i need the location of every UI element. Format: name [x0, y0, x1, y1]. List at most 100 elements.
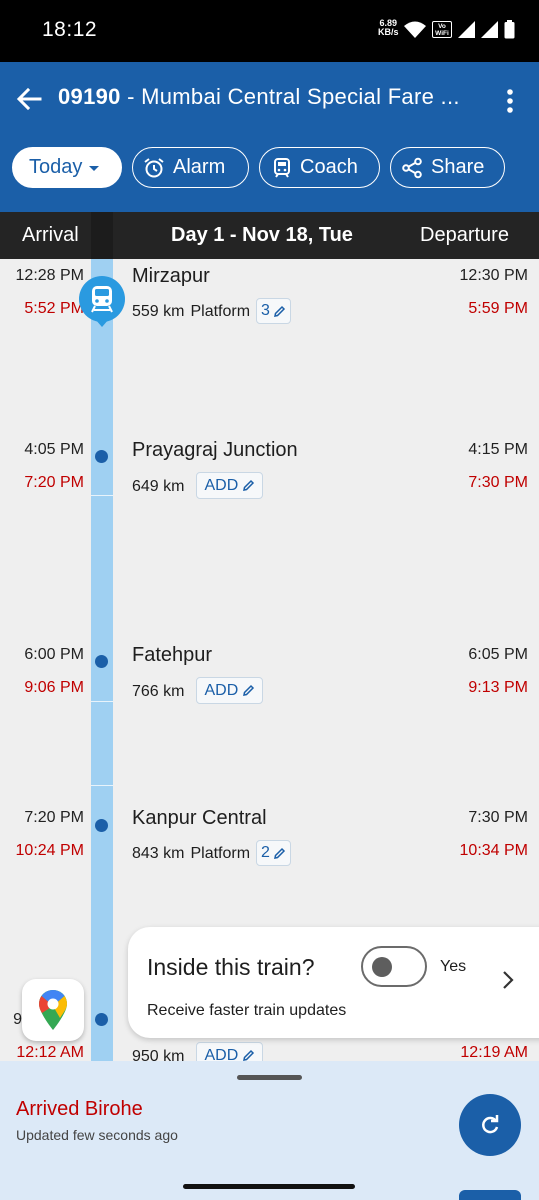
- live-status-text: Arrived Birohe: [16, 1098, 143, 1120]
- actual-departure: 7:30 PM: [468, 474, 528, 491]
- station-dot: [95, 655, 108, 668]
- inside-train-toggle[interactable]: [361, 946, 427, 987]
- platform-number: 3: [261, 302, 270, 319]
- status-icons: Vo WiFi: [404, 20, 515, 39]
- schedule-header: Arrival Day 1 - Nov 18, Tue Departure: [0, 212, 539, 259]
- status-bar: 18:12 6.89 KB/s Vo WiFi: [0, 0, 539, 62]
- scheduled-arrival: 4:05 PM: [24, 441, 84, 458]
- toggle-knob: [372, 957, 392, 977]
- arrival-header: Arrival: [22, 224, 79, 246]
- network-speed: 6.89 KB/s: [378, 19, 399, 37]
- pencil-icon: [243, 1049, 255, 1061]
- station-distance: 559 km: [132, 303, 185, 320]
- app-bar: 09190 - Mumbai Central Special Fare ...: [0, 62, 539, 137]
- station-dot: [95, 819, 108, 832]
- station-distance-row: 559 km Platform 3: [132, 298, 291, 324]
- signal-icon-2: [481, 21, 498, 38]
- alarm-button[interactable]: Alarm: [132, 147, 249, 188]
- share-label: Share: [431, 156, 485, 178]
- scheduled-arrival: 7:20 PM: [24, 809, 84, 826]
- station-name: Kanpur Central: [132, 807, 267, 829]
- chevron-right-icon[interactable]: [500, 969, 516, 991]
- track-divider: [91, 785, 113, 786]
- day-header: Day 1 - Nov 18, Tue: [171, 224, 353, 246]
- add-platform-button[interactable]: ADD: [196, 1042, 264, 1062]
- clock: 18:12: [42, 18, 98, 41]
- add-platform-button[interactable]: ADD: [196, 472, 264, 499]
- live-status-panel[interactable]: Arrived Birohe Updated few seconds ago: [0, 1061, 539, 1179]
- add-label: ADD: [204, 1046, 239, 1062]
- scheduled-departure: 6:05 PM: [468, 646, 528, 663]
- back-arrow-icon[interactable]: [14, 84, 44, 114]
- add-platform-button[interactable]: ADD: [196, 677, 264, 704]
- share-icon: [402, 157, 422, 178]
- pencil-icon: [273, 847, 286, 859]
- actual-arrival: 5:52 PM: [24, 300, 84, 317]
- inside-train-card[interactable]: Inside this train? Yes Receive faster tr…: [128, 927, 539, 1038]
- platform-edit-button[interactable]: 2: [256, 840, 291, 866]
- station-distance-row: 843 km Platform 2: [132, 840, 291, 866]
- share-button[interactable]: Share: [390, 147, 505, 188]
- today-dropdown[interactable]: Today: [12, 147, 122, 188]
- platform-number: 2: [261, 844, 270, 861]
- train-name: - Mumbai Central Special Fare ...: [120, 84, 460, 109]
- more-vert-icon[interactable]: [498, 86, 522, 116]
- pencil-icon: [243, 684, 255, 696]
- google-maps-icon: [39, 990, 67, 1030]
- refresh-icon: [482, 1115, 499, 1134]
- pencil-icon: [243, 479, 255, 491]
- google-maps-button[interactable]: [22, 979, 84, 1041]
- station-name: Fatehpur: [132, 644, 213, 666]
- station-distance-row: 950 km ADD: [132, 1042, 264, 1062]
- inside-train-question: Inside this train?: [147, 954, 315, 980]
- today-label: Today: [29, 156, 83, 178]
- station-distance: 950 km: [132, 1047, 185, 1062]
- departure-header: Departure: [420, 224, 509, 246]
- platform-label: Platform: [190, 303, 251, 320]
- chevron-down-icon: [89, 165, 100, 171]
- coach-button[interactable]: Coach: [259, 147, 380, 188]
- train-title: 09190 - Mumbai Central Special Fare ...: [58, 84, 460, 110]
- actual-arrival: 7:20 PM: [24, 474, 84, 491]
- track-divider: [91, 495, 113, 496]
- train-coach-icon: [274, 157, 290, 178]
- scheduled-arrival: 12:28 PM: [15, 267, 84, 284]
- station-distance-row: 649 km ADD: [132, 472, 264, 499]
- train-number: 09190: [58, 84, 121, 109]
- refresh-button[interactable]: [459, 1094, 521, 1156]
- inside-train-subtitle: Receive faster train updates: [147, 1002, 347, 1019]
- wifi-icon: [404, 21, 426, 38]
- station-dot: [95, 450, 108, 463]
- actual-departure: 5:59 PM: [468, 300, 528, 317]
- platform-label: Platform: [190, 845, 251, 862]
- station-name: Mirzapur: [132, 265, 210, 287]
- coach-label: Coach: [300, 156, 358, 178]
- home-gesture-pill[interactable]: [183, 1184, 355, 1189]
- actual-departure: 10:34 PM: [459, 842, 528, 859]
- actual-arrival: 9:06 PM: [24, 679, 84, 696]
- platform-edit-button[interactable]: 3: [256, 298, 291, 324]
- station-distance-row: 766 km ADD: [132, 677, 264, 704]
- scheduled-departure: 7:30 PM: [468, 809, 528, 826]
- station-dot: [95, 1013, 108, 1026]
- actual-departure: 9:13 PM: [468, 679, 528, 696]
- add-label: ADD: [204, 476, 239, 494]
- track-header-segment: [91, 212, 113, 259]
- pencil-icon: [273, 305, 286, 317]
- station-distance: 766 km: [132, 682, 185, 700]
- scheduled-departure: 4:15 PM: [468, 441, 528, 458]
- network-speed-unit: KB/s: [378, 27, 399, 37]
- actual-departure: 12:19 AM: [460, 1044, 528, 1061]
- last-updated-text: Updated few seconds ago: [16, 1127, 178, 1143]
- actual-arrival: 12:12 AM: [16, 1044, 84, 1061]
- scheduled-arrival: 6:00 PM: [24, 646, 84, 663]
- station-name: Prayagraj Junction: [132, 439, 298, 461]
- actual-arrival: 10:24 PM: [15, 842, 84, 859]
- train-location-icon: [79, 276, 125, 327]
- scheduled-arrival: 9: [13, 1011, 22, 1028]
- toggle-yes-label: Yes: [440, 958, 467, 975]
- signal-icon: [458, 21, 475, 38]
- station-distance: 843 km: [132, 845, 185, 862]
- drag-handle[interactable]: [237, 1075, 302, 1080]
- vowifi-icon: Vo WiFi: [432, 21, 452, 38]
